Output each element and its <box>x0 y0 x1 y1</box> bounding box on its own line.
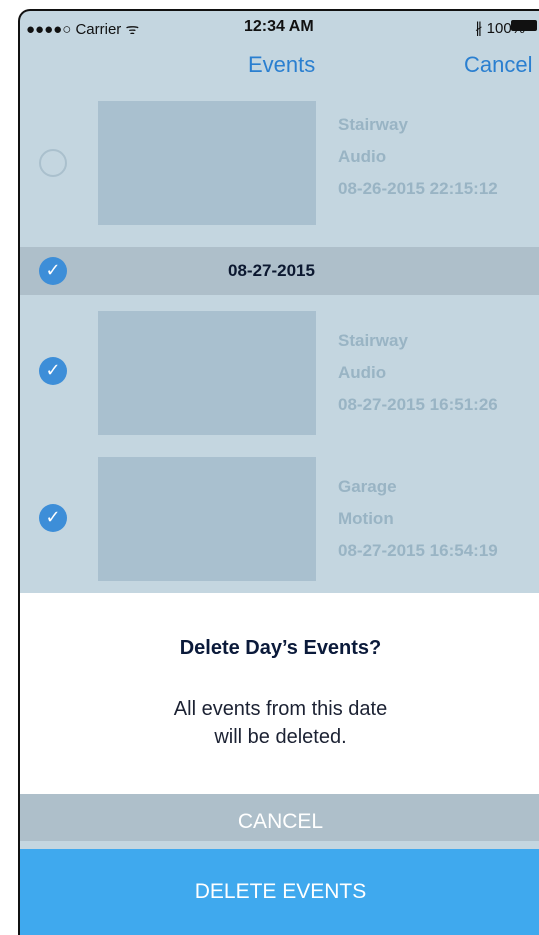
event-location: Garage <box>338 477 397 496</box>
event-meta: Stairway Audio 08-26-2015 22:15:12 <box>338 109 498 205</box>
event-row[interactable]: Stairway Audio 08-26-2015 22:15:12 <box>20 101 539 225</box>
page-title: Events <box>248 52 316 77</box>
cancel-nav-button[interactable]: Cancel <box>464 52 532 78</box>
date-section-header[interactable]: ✓ 08-27-2015 <box>20 247 539 295</box>
event-type: Audio <box>338 147 387 166</box>
cancel-button[interactable]: CANCEL <box>20 786 539 841</box>
event-row[interactable]: ✓ Garage Motion 08-27-2015 16:54:19 <box>20 457 539 581</box>
event-location: Stairway <box>338 331 408 350</box>
dialog-message-line: will be deleted. <box>214 726 347 748</box>
dialog-title: Delete Day’s Events? <box>179 637 382 659</box>
event-type: Motion <box>338 509 394 528</box>
event-thumbnail <box>98 101 316 225</box>
section-date: 08-27-2015 <box>228 261 315 280</box>
carrier-signal: ●●●●○ Carrier ᯤ <box>26 21 140 38</box>
event-thumbnail <box>98 311 316 435</box>
event-row[interactable]: ✓ Stairway Audio 08-27-2015 16:51:26 <box>20 311 539 435</box>
checkmark-icon[interactable]: ✓ <box>39 257 67 285</box>
event-thumbnail <box>98 457 316 581</box>
event-type: Audio <box>338 363 387 382</box>
battery-icon <box>511 20 537 31</box>
event-meta: Stairway Audio 08-27-2015 16:51:26 <box>338 325 498 421</box>
phone-screen: ●●●●○ Carrier ᯤ 12:34 AM ∦ 100% Events C… <box>18 9 539 935</box>
event-location: Stairway <box>338 115 408 134</box>
status-bar: ●●●●○ Carrier ᯤ 12:34 AM ∦ 100% <box>20 11 539 39</box>
event-timestamp: 08-26-2015 22:15:12 <box>338 179 498 198</box>
status-time: 12:34 AM <box>244 18 314 35</box>
event-timestamp: 08-27-2015 16:54:19 <box>338 541 498 560</box>
dialog-message: All events from this date will be delete… <box>20 695 539 751</box>
checkmark-icon[interactable]: ✓ <box>39 357 67 385</box>
delete-events-button[interactable]: DELETE EVENTS <box>20 849 539 935</box>
event-timestamp: 08-27-2015 16:51:26 <box>338 395 498 414</box>
checkmark-icon[interactable]: ✓ <box>39 504 67 532</box>
dialog-message-line: All events from this date <box>173 698 388 720</box>
radio-unchecked-icon[interactable] <box>39 149 67 177</box>
event-meta: Garage Motion 08-27-2015 16:54:19 <box>338 471 498 567</box>
confirm-dialog: Delete Day’s Events? All events from thi… <box>20 593 539 786</box>
nav-bar: Events Cancel <box>20 49 539 89</box>
